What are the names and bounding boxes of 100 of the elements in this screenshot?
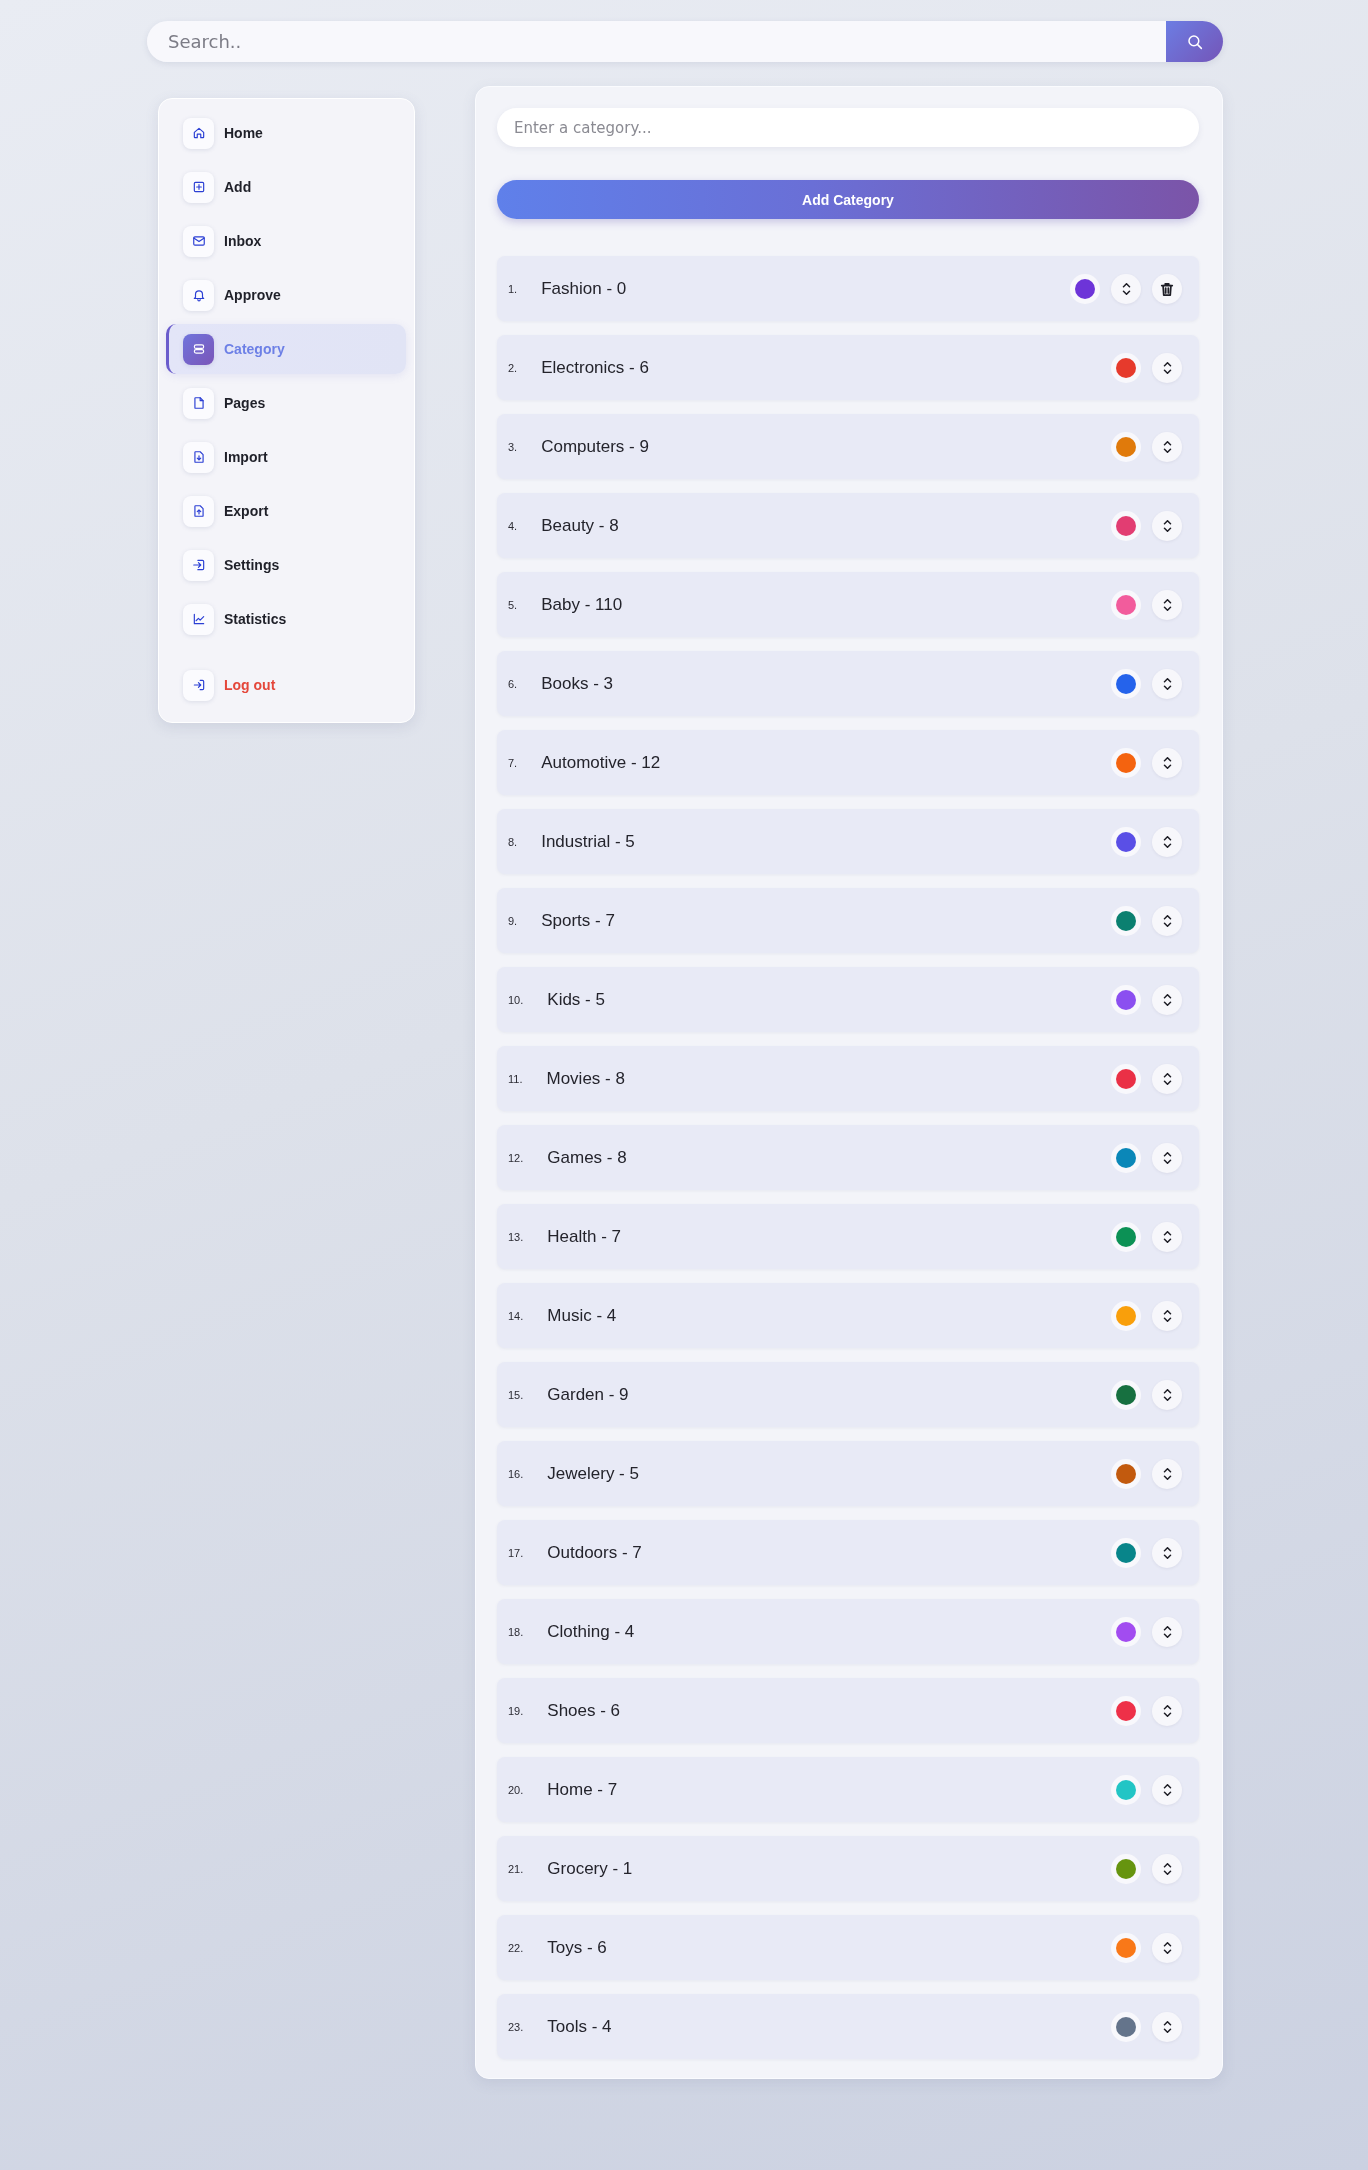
row-number: 11. xyxy=(508,1072,523,1085)
reorder-button[interactable] xyxy=(1152,1221,1182,1252)
stack-icon xyxy=(183,333,214,365)
add-category-button[interactable]: Add Category xyxy=(497,180,1199,219)
chevron-up-down-icon xyxy=(1162,1151,1172,1164)
reorder-button[interactable] xyxy=(1152,510,1182,541)
arrow-into-box-icon xyxy=(183,549,214,581)
sidebar-item[interactable]: Home xyxy=(166,108,406,158)
chevron-up-down-icon xyxy=(1162,2020,1172,2033)
trash-icon xyxy=(1160,281,1174,296)
category-label: Home - 7 xyxy=(547,1779,618,1800)
category-label: Health - 7 xyxy=(547,1226,621,1247)
envelope-icon xyxy=(183,225,214,257)
row-number: 4. xyxy=(508,519,518,532)
row-number: 21. xyxy=(508,1862,524,1875)
category-label: Toys - 6 xyxy=(547,1937,607,1958)
category-label: Grocery - 1 xyxy=(547,1858,633,1879)
arrow-into-bracket-icon xyxy=(183,669,214,701)
reorder-button[interactable] xyxy=(1152,668,1182,699)
sidebar-item[interactable]: Inbox xyxy=(166,216,406,266)
reorder-button[interactable] xyxy=(1152,984,1182,1015)
chevron-up-down-icon xyxy=(1162,1783,1172,1796)
sidebar-item[interactable]: Statistics xyxy=(166,594,406,644)
chevron-up-down-icon xyxy=(1162,1467,1172,1480)
row-number: 22. xyxy=(508,1941,524,1954)
reorder-button[interactable] xyxy=(1152,1458,1182,1489)
row-number: 7. xyxy=(508,756,518,769)
sidebar-item[interactable]: Approve xyxy=(166,270,406,320)
category-label: Jewelery - 5 xyxy=(547,1463,639,1484)
row-number: 9. xyxy=(508,914,518,927)
chevron-up-down-icon xyxy=(1162,519,1172,532)
sidebar-item[interactable]: Import xyxy=(166,432,406,482)
row-number: 6. xyxy=(508,677,518,690)
chevron-up-down-icon xyxy=(1162,1072,1172,1085)
reorder-button[interactable] xyxy=(1152,431,1182,462)
chevron-up-down-icon xyxy=(1162,598,1172,611)
reorder-button[interactable] xyxy=(1152,352,1182,383)
category-label: Automotive - 12 xyxy=(541,752,661,773)
category-label: Baby - 110 xyxy=(541,594,623,615)
sidebar-item[interactable]: Log out xyxy=(166,660,406,710)
reorder-button[interactable] xyxy=(1152,1379,1182,1410)
reorder-button[interactable] xyxy=(1152,1774,1182,1805)
reorder-button[interactable] xyxy=(1111,273,1141,304)
reorder-button[interactable] xyxy=(1152,1142,1182,1173)
category-label: Sports - 7 xyxy=(541,910,615,931)
reorder-button[interactable] xyxy=(1152,1537,1182,1568)
chevron-up-down-icon xyxy=(1162,835,1172,848)
category-label: Electronics - 6 xyxy=(541,357,649,378)
reorder-button[interactable] xyxy=(1152,826,1182,857)
reorder-button[interactable] xyxy=(1152,905,1182,936)
category-label: Outdoors - 7 xyxy=(547,1542,642,1563)
reorder-button[interactable] xyxy=(1152,1063,1182,1094)
row-number: 10. xyxy=(508,993,524,1006)
chevron-up-down-icon xyxy=(1162,440,1172,453)
row-number: 14. xyxy=(508,1309,524,1322)
reorder-button[interactable] xyxy=(1152,747,1182,778)
row-number: 13. xyxy=(508,1230,524,1243)
reorder-button[interactable] xyxy=(1152,589,1182,620)
reorder-button[interactable] xyxy=(1152,1300,1182,1331)
search-field[interactable]: Search.. xyxy=(147,21,1166,62)
chevron-up-down-icon xyxy=(1162,1941,1172,1954)
reorder-button[interactable] xyxy=(1152,2011,1182,2042)
chevron-up-down-icon xyxy=(1162,1230,1172,1243)
sidebar-item[interactable]: Settings xyxy=(166,540,406,590)
category-label: Shoes - 6 xyxy=(547,1700,621,1721)
sidebar-item[interactable]: Pages xyxy=(166,378,406,428)
category-input-field[interactable]: Enter a category... xyxy=(497,108,1199,147)
chevron-up-down-icon xyxy=(1162,1625,1172,1638)
category-label: Industrial - 5 xyxy=(541,831,635,852)
document-icon xyxy=(183,387,214,419)
reorder-button[interactable] xyxy=(1152,1853,1182,1884)
row-number: 5. xyxy=(508,598,518,611)
chevron-up-down-icon xyxy=(1162,361,1172,374)
bell-icon xyxy=(183,279,214,311)
row-number: 23. xyxy=(508,2020,524,2033)
category-label: Garden - 9 xyxy=(547,1384,629,1405)
chevron-up-down-icon xyxy=(1162,1546,1172,1559)
category-label: Computers - 9 xyxy=(541,436,649,457)
chevron-up-down-icon xyxy=(1162,993,1172,1006)
reorder-button[interactable] xyxy=(1152,1616,1182,1647)
row-number: 18. xyxy=(508,1625,524,1638)
row-number: 2. xyxy=(508,361,518,374)
row-number: 1. xyxy=(508,282,518,295)
reorder-button[interactable] xyxy=(1152,1932,1182,1963)
row-number: 20. xyxy=(508,1783,524,1796)
sidebar-item[interactable]: Add xyxy=(166,162,406,212)
category-label: Fashion - 0 xyxy=(541,278,627,299)
home-icon xyxy=(183,117,214,149)
reorder-button[interactable] xyxy=(1152,1695,1182,1726)
row-number: 12. xyxy=(508,1151,524,1164)
sidebar-item[interactable]: Export xyxy=(166,486,406,536)
file-arrow-down-icon xyxy=(183,441,214,473)
search-button[interactable] xyxy=(1166,21,1223,62)
line-chart-icon xyxy=(183,603,214,635)
chevron-up-down-icon xyxy=(1121,282,1131,295)
row-number: 17. xyxy=(508,1546,524,1559)
row-number: 3. xyxy=(508,440,518,453)
file-arrow-up-icon xyxy=(183,495,214,527)
delete-button[interactable] xyxy=(1152,273,1182,304)
row-number: 8. xyxy=(508,835,518,848)
